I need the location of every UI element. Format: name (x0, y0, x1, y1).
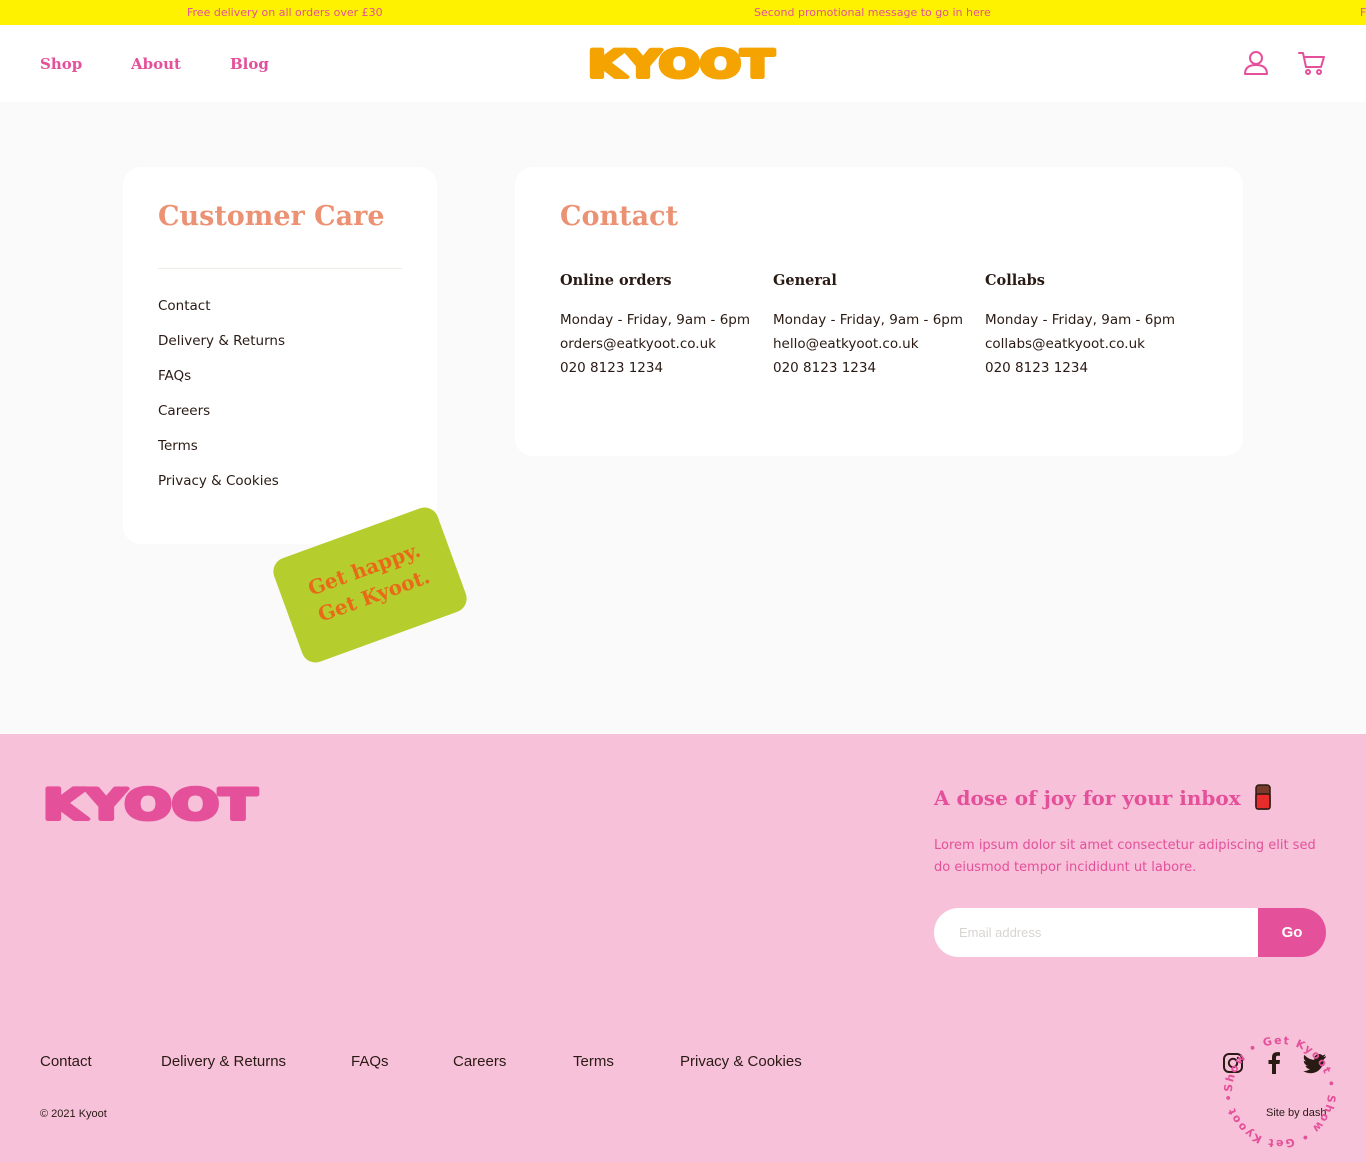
customer-care-card: Customer Care Contact Delivery & Returns… (123, 167, 437, 544)
footer-logo[interactable]: KYOOT (39, 782, 261, 826)
nav-blog[interactable]: Blog (230, 55, 269, 73)
customer-care-divider (158, 268, 402, 269)
care-link-faqs[interactable]: FAQs (158, 368, 191, 384)
promo-bar: Free delivery on all orders over £30 Sec… (0, 0, 1366, 25)
care-link-privacy-cookies[interactable]: Privacy & Cookies (158, 473, 279, 489)
chocolate-bar-icon (1254, 784, 1271, 810)
newsletter-body: Lorem ipsum dolor sit amet consectetur a… (934, 838, 1316, 875)
promo-message-3: F (1360, 6, 1366, 19)
footer-logo-text: KYOOT (43, 782, 257, 826)
newsletter-title: A dose of joy for your inbox (934, 784, 1272, 810)
nav-shop[interactable]: Shop (40, 55, 82, 73)
footer-link-delivery-returns[interactable]: Delivery & Returns (161, 1053, 286, 1070)
footer-link-terms[interactable]: Terms (573, 1053, 614, 1070)
header-logo-text: KYOOT (588, 45, 775, 83)
newsletter-email-input[interactable] (934, 908, 1274, 957)
site-header: Shop About Blog KYOOT (0, 25, 1366, 102)
footer-link-careers[interactable]: Careers (453, 1053, 506, 1070)
footer-link-contact[interactable]: Contact (40, 1053, 92, 1070)
column-email[interactable]: hello@eatkyoot.co.uk (773, 336, 919, 352)
contact-title: Contact (560, 201, 679, 232)
user-icon[interactable] (1242, 49, 1270, 77)
footer-link-faqs[interactable]: FAQs (351, 1053, 389, 1070)
cart-icon[interactable] (1297, 50, 1327, 76)
column-title: Collabs (985, 272, 1045, 289)
nav-about[interactable]: About (131, 55, 181, 73)
care-link-delivery-returns[interactable]: Delivery & Returns (158, 333, 285, 349)
badge-text: Show • Get Kyoot • Show • Get Kyoot • (1222, 1034, 1337, 1150)
column-title: Online orders (560, 272, 672, 289)
customer-care-title: Customer Care (158, 201, 385, 232)
care-link-terms[interactable]: Terms (158, 438, 198, 454)
column-email[interactable]: collabs@eatkyoot.co.uk (985, 336, 1145, 352)
column-phone[interactable]: 020 8123 1234 (985, 360, 1088, 376)
show-get-kyoot-badge: Show • Get Kyoot • Show • Get Kyoot • (1222, 1034, 1338, 1150)
site-footer: KYOOT A dose of joy for your inbox Lorem… (0, 734, 1366, 1162)
column-title: General (773, 272, 837, 289)
column-email[interactable]: orders@eatkyoot.co.uk (560, 336, 716, 352)
newsletter-go-button[interactable]: Go (1258, 908, 1326, 957)
promo-message-2: Second promotional message to go in here (754, 6, 991, 19)
column-phone[interactable]: 020 8123 1234 (560, 360, 663, 376)
copyright: © 2021 Kyoot (40, 1108, 107, 1120)
column-hours: Monday - Friday, 9am - 6pm (560, 312, 751, 328)
svg-text:Show • Get Kyoot • Show • Get: Show • Get Kyoot • Show • Get Kyoot • (1222, 1034, 1338, 1150)
care-link-contact[interactable]: Contact (158, 298, 211, 314)
footer-link-privacy-cookies[interactable]: Privacy & Cookies (680, 1053, 802, 1070)
promo-message-1: Free delivery on all orders over £30 (187, 6, 383, 19)
care-link-careers[interactable]: Careers (158, 403, 210, 419)
column-hours: Monday - Friday, 9am - 6pm (773, 312, 964, 328)
contact-card: Contact Online orders Monday - Friday, 9… (515, 167, 1243, 456)
column-phone[interactable]: 020 8123 1234 (773, 360, 876, 376)
header-logo[interactable]: KYOOT (585, 45, 778, 83)
newsletter-title-text: A dose of joy for your inbox (934, 786, 1241, 810)
column-hours: Monday - Friday, 9am - 6pm (985, 312, 1176, 328)
